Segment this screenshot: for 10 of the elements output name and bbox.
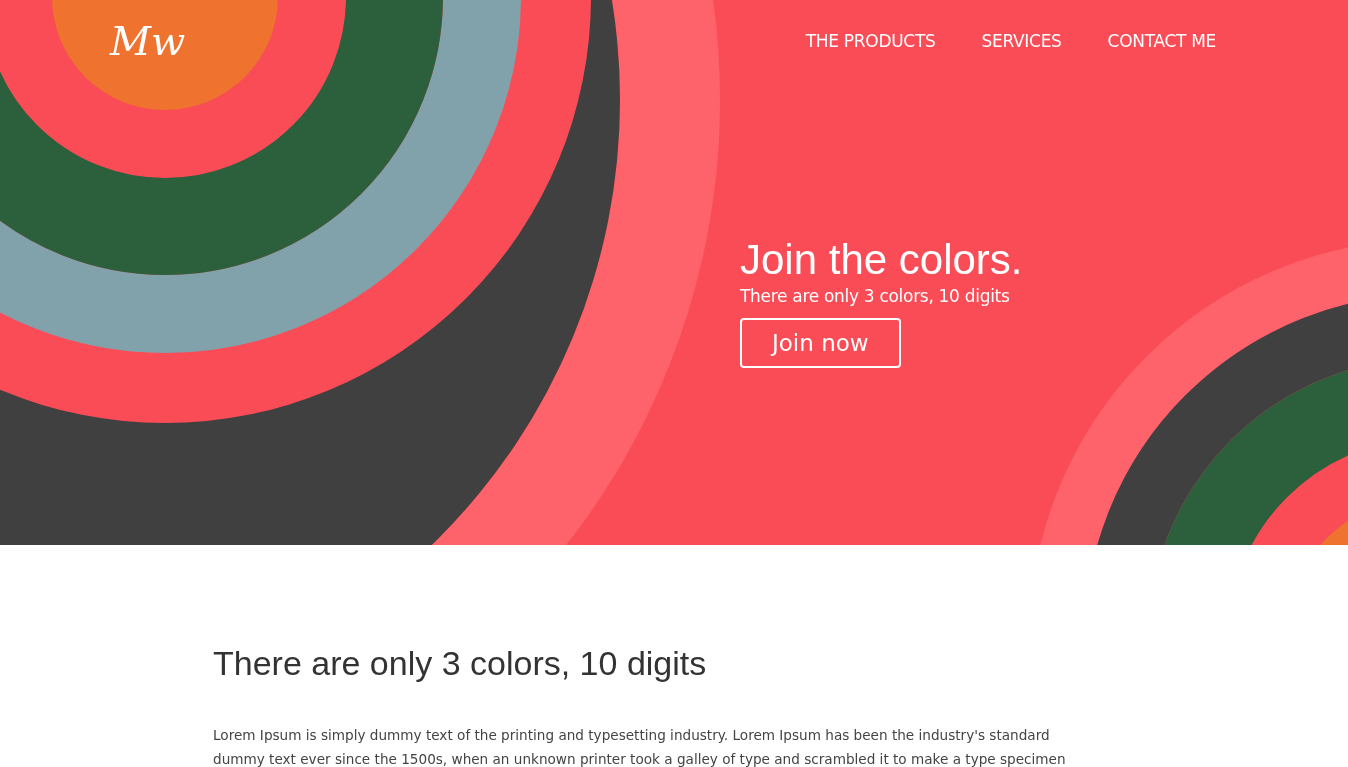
logo[interactable]: Mw xyxy=(110,18,186,64)
nav-link[interactable]: THE PRODUCTS xyxy=(805,31,936,51)
nav-link[interactable]: SERVICES xyxy=(981,31,1062,51)
nav-link[interactable]: CONTACT ME xyxy=(1107,31,1216,51)
body-text: dummy text ever since the 1500s, when an unknown printer took a galley of type and scrambled it to make a type specimen xyxy=(213,750,1067,767)
body-text: Lorem Ipsum is simply dummy text of the printing and typesetting industry. Lorem Ipsum has been the industry's standard xyxy=(213,726,1051,745)
hero-title: Join the colors. xyxy=(740,235,1023,285)
hero-subtitle: There are only 3 colors, 10 digits xyxy=(740,286,1010,306)
section-heading: There are only 3 colors, 10 digits xyxy=(213,643,708,683)
join-button[interactable]: Join now xyxy=(740,318,901,368)
